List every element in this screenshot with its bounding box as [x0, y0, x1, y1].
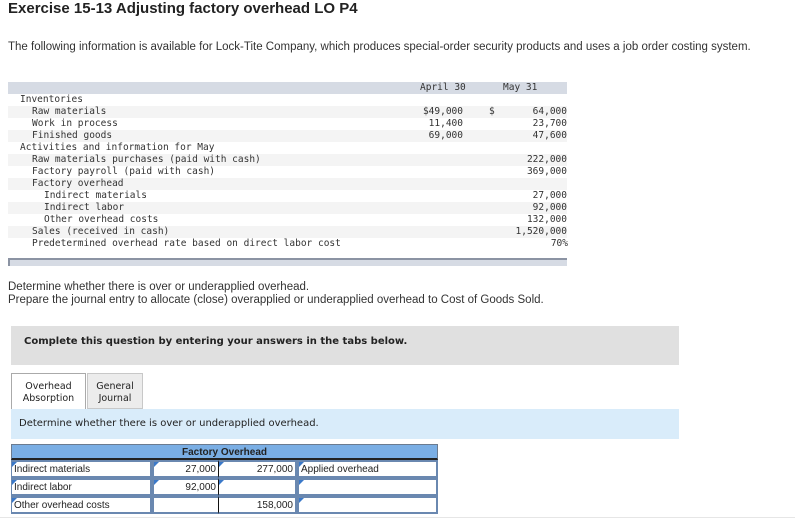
tab-label-line1: Overhead — [25, 381, 72, 392]
row-label: Factory overhead — [32, 178, 124, 189]
may-value: 369,000 — [526, 166, 567, 177]
row-label: Inventories — [20, 94, 83, 105]
credit-label-input[interactable]: Applied overhead — [297, 460, 438, 478]
data-table-row: Indirect labor 92,000 — [8, 202, 567, 214]
task-text: Determine whether there is over or under… — [8, 281, 544, 307]
credit-label-input[interactable] — [297, 478, 438, 496]
may-value: 92,000 — [532, 202, 567, 213]
dropdown-indicator-icon — [299, 462, 304, 467]
row-label: Raw materials purchases (paid with cash) — [32, 154, 261, 165]
divider — [0, 517, 795, 518]
tab-general-journal[interactable]: General Journal — [87, 373, 143, 409]
data-table-header: April 30 May 31 — [8, 82, 567, 94]
dropdown-indicator-icon — [219, 462, 224, 467]
april-value: 69,000 — [428, 130, 463, 141]
may-value: 47,600 — [532, 130, 567, 141]
task-line-2: Prepare the journal entry to allocate (c… — [8, 294, 544, 306]
tab-label-line2: Journal — [98, 393, 132, 404]
may-value: 1,520,000 — [515, 226, 567, 237]
dropdown-indicator-icon — [299, 480, 304, 485]
task-line-1: Determine whether there is over or under… — [8, 281, 310, 293]
credit-amount-input[interactable] — [219, 478, 297, 496]
dropdown-indicator-icon — [12, 498, 17, 503]
t-account-row: Indirect materials 27,000 277,000 Applied o… — [11, 460, 438, 478]
row-label: Indirect labor — [44, 202, 125, 213]
dropdown-indicator-icon — [12, 480, 17, 485]
data-table-row: Factory payroll (paid with cash) 369,000 — [8, 166, 567, 178]
t-account: Factory Overhead Indirect materials 27,00… — [11, 444, 438, 514]
data-table-row: Finished goods 69,000 47,600 — [8, 130, 567, 142]
col-header-may: May 31 — [503, 82, 538, 93]
data-table-row: Work in process 11,400 23,700 — [8, 118, 567, 130]
may-value: 132,000 — [526, 214, 567, 225]
data-table-row: Raw materials purchases (paid with cash)… — [8, 154, 567, 166]
may-value: 27,000 — [532, 190, 567, 201]
credit-amount-input[interactable]: 277,000 — [219, 460, 297, 478]
data-table-row: Sales (received in cash) 1,520,000 — [8, 226, 567, 238]
row-label: Indirect materials — [44, 190, 147, 201]
row-label: Factory payroll (paid with cash) — [32, 166, 216, 177]
may-value: 23,700 — [532, 118, 567, 129]
intro-text: The following information is available f… — [8, 41, 751, 53]
debit-label-input[interactable]: Other overhead costs — [11, 496, 152, 514]
row-label: Finished goods — [32, 130, 113, 141]
data-table-row: Other overhead costs 132,000 — [8, 214, 567, 226]
t-account-row: Indirect labor 92,000 — [11, 478, 438, 496]
data-table-row: Predetermined overhead rate based on dir… — [8, 238, 568, 250]
page-title: Exercise 15-13 Adjusting factory overhea… — [8, 0, 358, 17]
dropdown-indicator-icon — [219, 480, 224, 485]
dropdown-indicator-icon — [154, 480, 159, 485]
debit-label-input[interactable]: Indirect labor — [11, 478, 152, 496]
debit-amount-input[interactable]: 27,000 — [152, 460, 219, 478]
row-label: Other overhead costs — [44, 214, 159, 225]
data-table-row: Activities and information for May — [8, 142, 567, 154]
col-header-april: April 30 — [420, 82, 466, 93]
dropdown-indicator-icon — [299, 498, 304, 503]
debit-amount-input[interactable] — [152, 496, 219, 514]
instructions-banner: Complete this question by entering your … — [11, 326, 679, 365]
tab-overhead-absorption[interactable]: Overhead Absorption — [11, 373, 86, 409]
debit-amount-input[interactable]: 92,000 — [152, 478, 219, 496]
tab-instruction: Determine whether there is over or under… — [11, 409, 679, 439]
row-label: Work in process — [32, 118, 118, 129]
instruction-text: Determine whether there is over or under… — [19, 418, 319, 429]
data-table-row: Raw materials $49,000 $64,000 — [8, 106, 567, 118]
may-value: 64,000 — [532, 106, 567, 117]
data-table: April 30 May 31 Inventories Raw materials… — [8, 82, 568, 266]
debit-label-input[interactable]: Indirect materials — [11, 460, 152, 478]
may-value: 222,000 — [526, 154, 567, 165]
t-account-title: Factory Overhead — [11, 444, 438, 460]
april-value: 11,400 — [428, 118, 463, 129]
data-table-row: Inventories — [8, 94, 567, 106]
row-label: Sales (received in cash) — [32, 226, 170, 237]
credit-amount-input[interactable]: 158,000 — [219, 496, 297, 514]
row-label: Predetermined overhead rate based on dir… — [32, 238, 341, 249]
row-label: Activities and information for May — [20, 142, 215, 153]
row-label: Raw materials — [32, 106, 107, 117]
credit-label-input[interactable] — [297, 496, 438, 514]
data-table-row: Indirect materials 27,000 — [8, 190, 567, 202]
dollar-sign: $ — [489, 106, 495, 117]
dropdown-indicator-icon — [12, 462, 17, 467]
tab-label-line2: Absorption — [22, 393, 75, 404]
data-table-footer — [8, 258, 567, 266]
t-account-row: Other overhead costs 158,000 — [11, 496, 438, 514]
tab-label-line1: General — [96, 381, 134, 392]
april-value: $49,000 — [422, 106, 463, 117]
banner-text: Complete this question by entering your … — [24, 336, 408, 347]
may-value: 70% — [550, 238, 568, 249]
data-table-row: Factory overhead — [8, 178, 567, 190]
dropdown-indicator-icon — [154, 462, 159, 467]
